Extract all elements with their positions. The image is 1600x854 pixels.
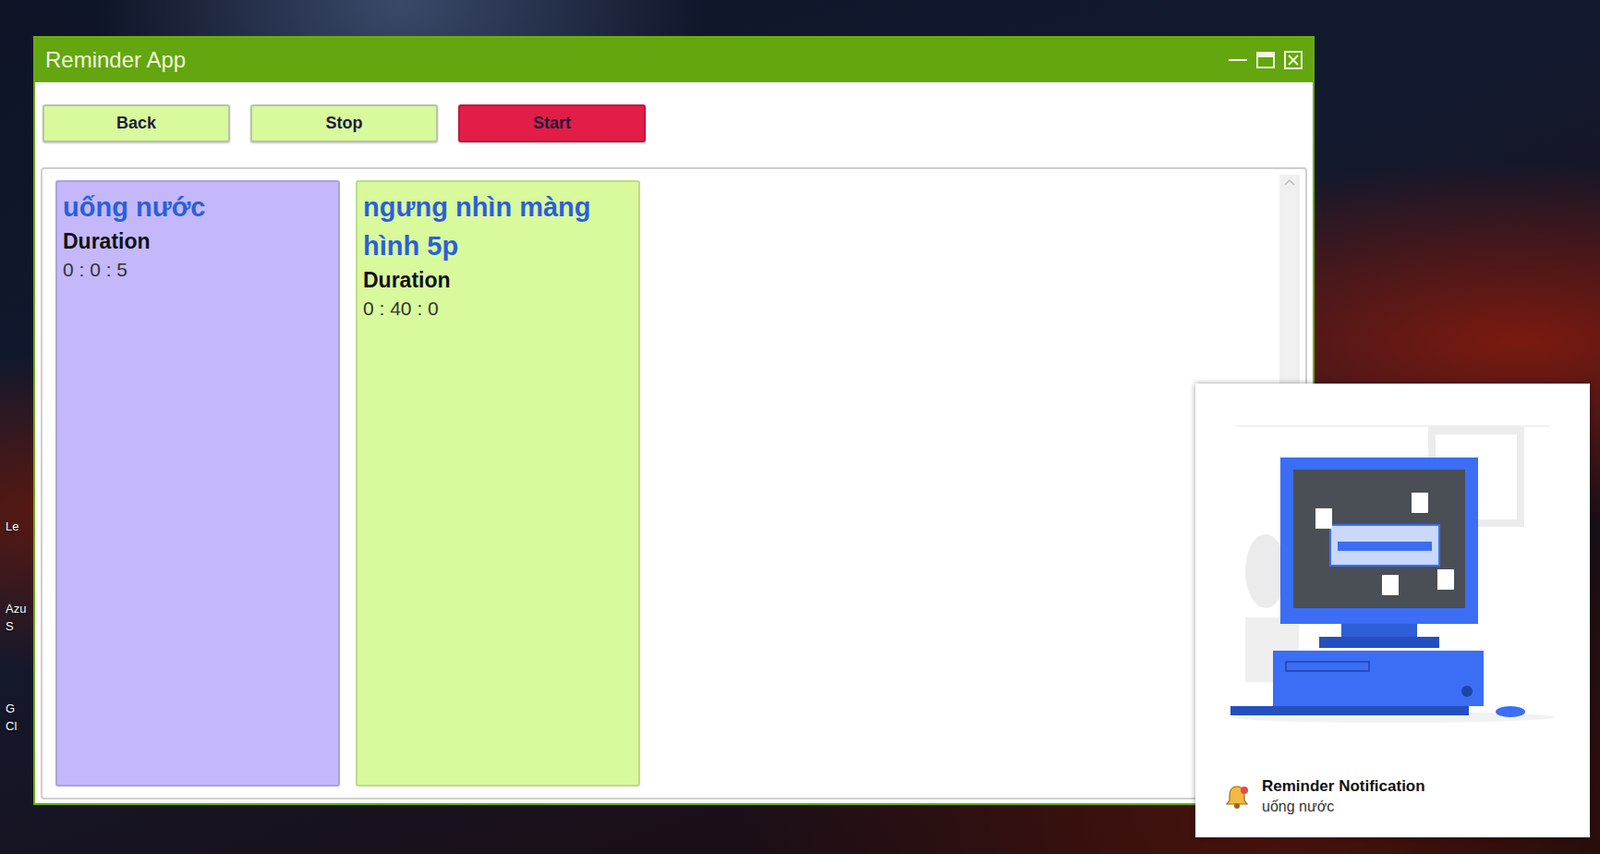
reminder-card[interactable]: ngưng nhìn màng hình 5pDuration0 : 40 : … [355,180,641,787]
minimize-icon[interactable] [1227,49,1249,71]
title-bar[interactable]: Reminder App [35,37,1313,83]
reminder-title: ngưng nhìn màng hình 5p [363,187,633,266]
notification-toast[interactable]: Reminder Notificationuống nước [1195,383,1590,837]
scroll-up-icon[interactable] [1284,178,1296,186]
app-window: Reminder AppBackStopStartuống nướcDurati… [33,36,1315,805]
duration-value: 0 : 0 : 5 [62,255,333,284]
duration-label: Duration [363,265,633,295]
window-title: Reminder App [45,47,186,73]
close-icon[interactable] [1283,49,1304,71]
notification-illustration [1195,383,1590,768]
desktop-icon-label[interactable]: AzuS [5,599,34,635]
toolbar: Back Stop Start [40,104,1308,143]
maximize-icon[interactable] [1255,49,1276,71]
reminder-card[interactable]: uống nướcDuration0 : 0 : 5 [55,180,340,787]
reminder-panel: uống nướcDuration0 : 0 : 5ngưng nhìn màn… [40,167,1308,800]
toolbar-button[interactable]: Start [458,104,646,143]
duration-value: 0 : 40 : 0 [363,294,633,323]
reminder-list: uống nướcDuration0 : 0 : 5ngưng nhìn màn… [42,169,1280,798]
notification-message: uống nước [1261,796,1426,817]
duration-label: Duration [62,226,333,256]
desktop-icons: Le AzuS GCl [5,517,34,735]
bell-icon [1223,782,1251,811]
toolbar-button[interactable]: Stop [250,104,438,143]
reminder-title: uống nước [62,187,333,227]
desktop-icon-label[interactable]: GCl [5,699,34,735]
toolbar-button[interactable]: Back [42,104,231,143]
notification-title: Reminder Notification [1261,775,1426,797]
desktop-icon-label[interactable]: Le [5,517,34,535]
computer-illustration-icon [1226,423,1560,728]
desktop: Le AzuS GCl Reminder App Back Stop Start uống n… [0,0,1600,854]
